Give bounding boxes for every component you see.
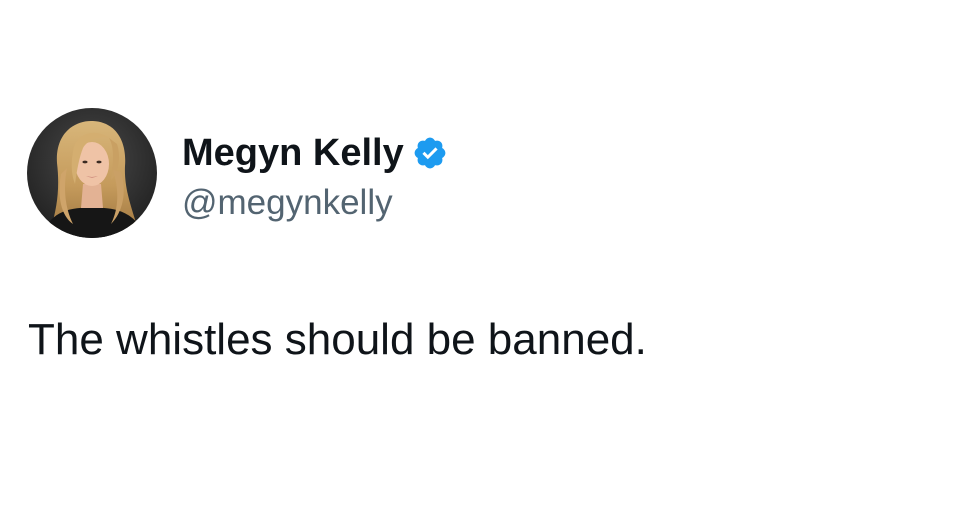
avatar-image	[27, 108, 157, 238]
user-handle[interactable]: @megynkelly	[182, 185, 448, 220]
display-name[interactable]: Megyn Kelly	[182, 134, 404, 172]
tweet-card: Megyn Kelly @megynkelly The whistles sho…	[0, 0, 958, 513]
author-names[interactable]: Megyn Kelly @megynkelly	[182, 127, 448, 220]
name-row: Megyn Kelly	[182, 127, 448, 179]
tweet-text: The whistles should be banned.	[28, 315, 647, 364]
tweet-author: Megyn Kelly @megynkelly	[27, 108, 448, 238]
verified-badge-icon	[412, 135, 448, 171]
avatar[interactable]	[27, 108, 157, 238]
